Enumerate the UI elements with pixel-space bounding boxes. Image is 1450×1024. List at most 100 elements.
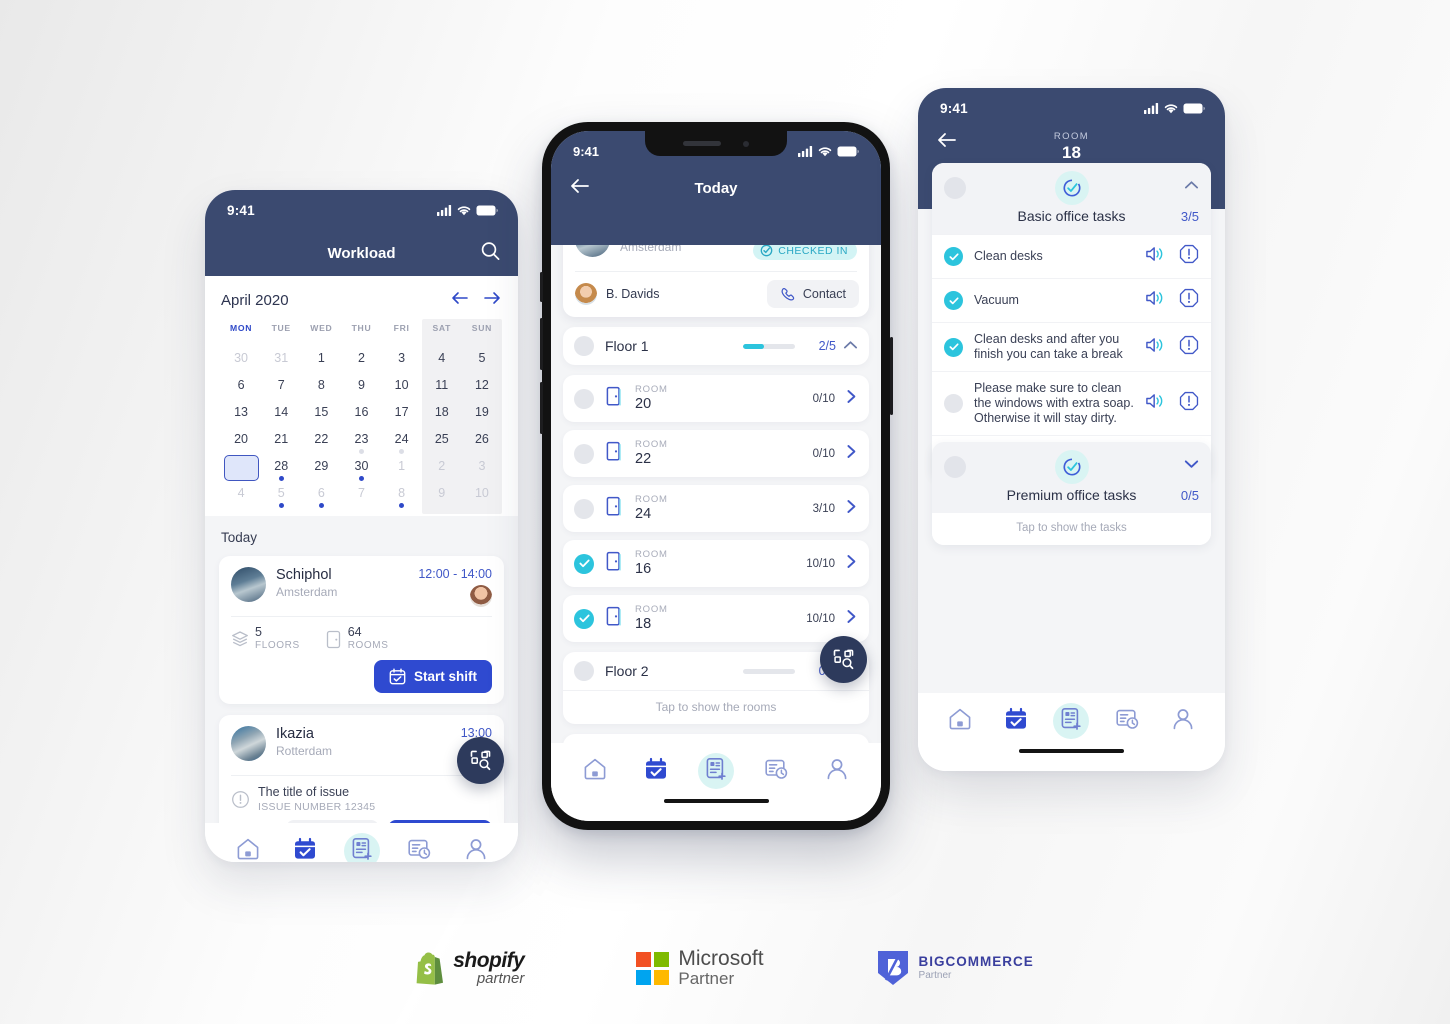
calendar-day-9[interactable]: 9	[422, 485, 462, 512]
task-checkbox[interactable]	[944, 337, 963, 357]
nav-profile[interactable]	[1163, 701, 1203, 741]
qr-scan-fab[interactable]	[820, 636, 867, 683]
speaker-icon[interactable]	[1145, 289, 1166, 312]
qr-scan-fab[interactable]	[457, 737, 504, 784]
nav-report-clock[interactable]	[756, 751, 796, 791]
calendar-day-3[interactable]: 3	[462, 458, 502, 485]
task-group-status-circle[interactable]	[944, 456, 966, 478]
calendar-day-30[interactable]: 30	[341, 458, 381, 485]
nav-report-clock[interactable]	[399, 831, 439, 862]
calendar-day-21[interactable]: 21	[261, 431, 301, 458]
calendar-day-10[interactable]: 10	[462, 485, 502, 512]
task-row[interactable]: Vacuum	[932, 278, 1211, 322]
floor-status-circle[interactable]	[574, 336, 594, 356]
calendar-day-14[interactable]: 14	[261, 404, 301, 431]
calendar-day-23[interactable]: 23	[341, 431, 381, 458]
speaker-icon[interactable]	[1145, 336, 1166, 359]
arrow-right-icon[interactable]	[483, 290, 502, 311]
room-status-circle[interactable]	[574, 443, 594, 464]
calendar-day-8[interactable]: 8	[301, 377, 341, 404]
chevron-right-icon[interactable]	[845, 389, 858, 409]
calendar-day-15[interactable]: 15	[301, 404, 341, 431]
nav-task-add[interactable]	[342, 831, 382, 862]
task-checkbox[interactable]	[944, 394, 963, 413]
speaker-icon[interactable]	[1145, 245, 1166, 268]
speaker-icon[interactable]	[1145, 392, 1166, 415]
nav-calendar-check[interactable]	[285, 831, 325, 862]
task-checkbox[interactable]	[944, 291, 963, 310]
volume-down-button[interactable]	[539, 382, 543, 434]
room-row[interactable]: ROOM 16 10/10	[563, 540, 869, 587]
floor-card[interactable]: Floor 30/5Tap to show the rooms	[563, 734, 869, 743]
room-row[interactable]: ROOM 18 10/10	[563, 595, 869, 642]
alert-icon[interactable]	[1179, 391, 1199, 416]
nav-report-clock[interactable]	[1107, 701, 1147, 741]
chevron-down-icon[interactable]	[1184, 456, 1199, 474]
home-indicator[interactable]	[663, 799, 769, 803]
calendar-day-7[interactable]: 7	[261, 377, 301, 404]
calendar-day-17[interactable]: 17	[382, 404, 422, 431]
floor-tap-hint[interactable]: Tap to show the rooms	[563, 690, 869, 724]
calendar-day-26[interactable]: 26	[462, 431, 502, 458]
nav-calendar-check[interactable]	[996, 701, 1036, 741]
calendar-day-12[interactable]: 12	[462, 377, 502, 404]
nav-calendar-check[interactable]	[636, 751, 676, 791]
nav-profile[interactable]	[456, 831, 496, 862]
calendar-day-3[interactable]: 3	[382, 350, 422, 377]
back-button[interactable]	[569, 178, 590, 198]
chevron-right-icon[interactable]	[845, 444, 858, 464]
nav-home[interactable]	[940, 701, 980, 741]
calendar-day-2[interactable]: 2	[341, 350, 381, 377]
task-group-status-circle[interactable]	[944, 177, 966, 199]
chevron-up-icon[interactable]	[843, 337, 858, 355]
nav-home[interactable]	[228, 831, 268, 862]
task-group-tap-hint[interactable]: Tap to show the tasks	[932, 513, 1211, 545]
calendar-day-5[interactable]: 5	[462, 350, 502, 377]
calendar-day-24[interactable]: 24	[382, 431, 422, 458]
room-status-circle[interactable]	[574, 553, 594, 574]
calendar-day-4[interactable]: 4	[221, 485, 261, 512]
calendar-day-1[interactable]: 1	[382, 458, 422, 485]
chevron-right-icon[interactable]	[845, 499, 858, 519]
alert-icon[interactable]	[1179, 335, 1199, 360]
calendar-day-6[interactable]: 6	[221, 377, 261, 404]
task-group-header[interactable]: Basic office tasks 3/5	[932, 163, 1211, 234]
task-checkbox[interactable]	[944, 247, 963, 266]
calendar-day-29[interactable]: 29	[301, 458, 341, 485]
calendar-day-9[interactable]: 9	[341, 377, 381, 404]
alert-icon[interactable]	[1179, 244, 1199, 269]
calendar-day-16[interactable]: 16	[341, 404, 381, 431]
power-button[interactable]	[889, 337, 893, 415]
room-status-circle[interactable]	[574, 388, 594, 409]
start-shift-button[interactable]: Start shift	[373, 660, 492, 693]
floor-header[interactable]: Floor 30/5	[563, 734, 869, 743]
task-row[interactable]: Please make sure to clean the windows wi…	[932, 371, 1211, 435]
room-row[interactable]: ROOM 20 0/10	[563, 375, 869, 422]
calendar-day-4[interactable]: 4	[422, 350, 462, 377]
calendar-day-31[interactable]: 31	[261, 350, 301, 377]
home-indicator[interactable]	[1019, 749, 1124, 753]
calendar-day-27[interactable]: 27	[221, 455, 261, 485]
calendar-day-22[interactable]: 22	[301, 431, 341, 458]
nav-task-add[interactable]	[696, 751, 736, 791]
calendar-day-10[interactable]: 10	[382, 377, 422, 404]
floor-status-circle[interactable]	[574, 661, 594, 681]
room-status-circle[interactable]	[574, 498, 594, 519]
room-status-circle[interactable]	[574, 608, 594, 629]
calendar-day-2[interactable]: 2	[422, 458, 462, 485]
calendar-day-7[interactable]: 7	[341, 485, 381, 512]
calendar-day-13[interactable]: 13	[221, 404, 261, 431]
calendar-day-28[interactable]: 28	[261, 458, 301, 485]
task-row[interactable]: Clean desks and after you finish you can…	[932, 322, 1211, 371]
task-row[interactable]: Clean desks	[932, 234, 1211, 278]
calendar-day-18[interactable]: 18	[422, 404, 462, 431]
calendar-day-6[interactable]: 6	[301, 485, 341, 512]
calendar-day-25[interactable]: 25	[422, 431, 462, 458]
calendar-day-8[interactable]: 8	[382, 485, 422, 512]
calendar-day-11[interactable]: 11	[422, 377, 462, 404]
contact-button[interactable]: Contact	[766, 280, 859, 308]
chevron-up-icon[interactable]	[1184, 177, 1199, 195]
calendar-day-5[interactable]: 5	[261, 485, 301, 512]
chevron-right-icon[interactable]	[845, 609, 858, 629]
nav-home[interactable]	[575, 751, 615, 791]
